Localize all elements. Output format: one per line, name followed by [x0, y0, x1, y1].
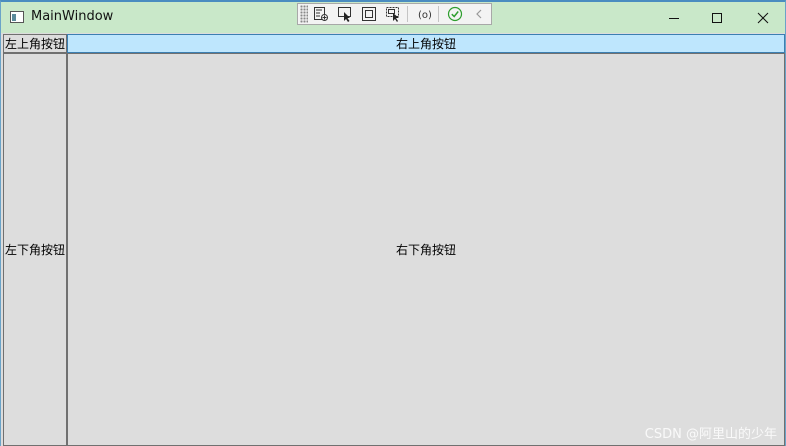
select-element-icon[interactable] — [334, 4, 356, 24]
close-button[interactable] — [740, 2, 786, 33]
title-bar[interactable]: MainWindow (o) — [1, 2, 785, 33]
toolbar-separator — [438, 6, 439, 22]
close-icon — [757, 12, 769, 23]
hot-reload-ok-icon[interactable] — [444, 4, 466, 24]
toolbar-grip-icon[interactable] — [300, 5, 308, 23]
maximize-button[interactable] — [694, 2, 740, 33]
minimize-icon — [669, 17, 679, 19]
top-right-button[interactable]: 右上角按钮 — [67, 34, 785, 53]
app-window-icon — [10, 11, 24, 23]
main-window: MainWindow (o) 左上角按钮 右上角按钮 左下角按钮 右下角按钮 C… — [0, 0, 786, 446]
wpf-debug-toolbar: (o) — [297, 3, 492, 25]
svg-text:(o): (o) — [418, 10, 432, 21]
client-area: 左上角按钮 右上角按钮 左下角按钮 右下角按钮 CSDN @阿里山的少年 — [1, 33, 785, 446]
binding-failures-icon[interactable]: (o) — [413, 4, 435, 24]
live-visual-tree-icon[interactable] — [310, 4, 332, 24]
bottom-left-button[interactable]: 左下角按钮 — [3, 53, 67, 446]
minimize-button[interactable] — [651, 2, 697, 33]
collapse-toolbar-icon[interactable] — [468, 4, 490, 24]
toolbar-separator — [407, 6, 408, 22]
watermark: CSDN @阿里山的少年 — [644, 427, 777, 442]
window-title: MainWindow — [31, 9, 114, 24]
top-left-button[interactable]: 左上角按钮 — [3, 34, 67, 53]
track-focused-element-icon[interactable] — [382, 4, 404, 24]
maximize-icon — [712, 12, 722, 23]
display-layout-adorners-icon[interactable] — [358, 4, 380, 24]
bottom-right-button[interactable]: 右下角按钮 — [67, 53, 785, 446]
